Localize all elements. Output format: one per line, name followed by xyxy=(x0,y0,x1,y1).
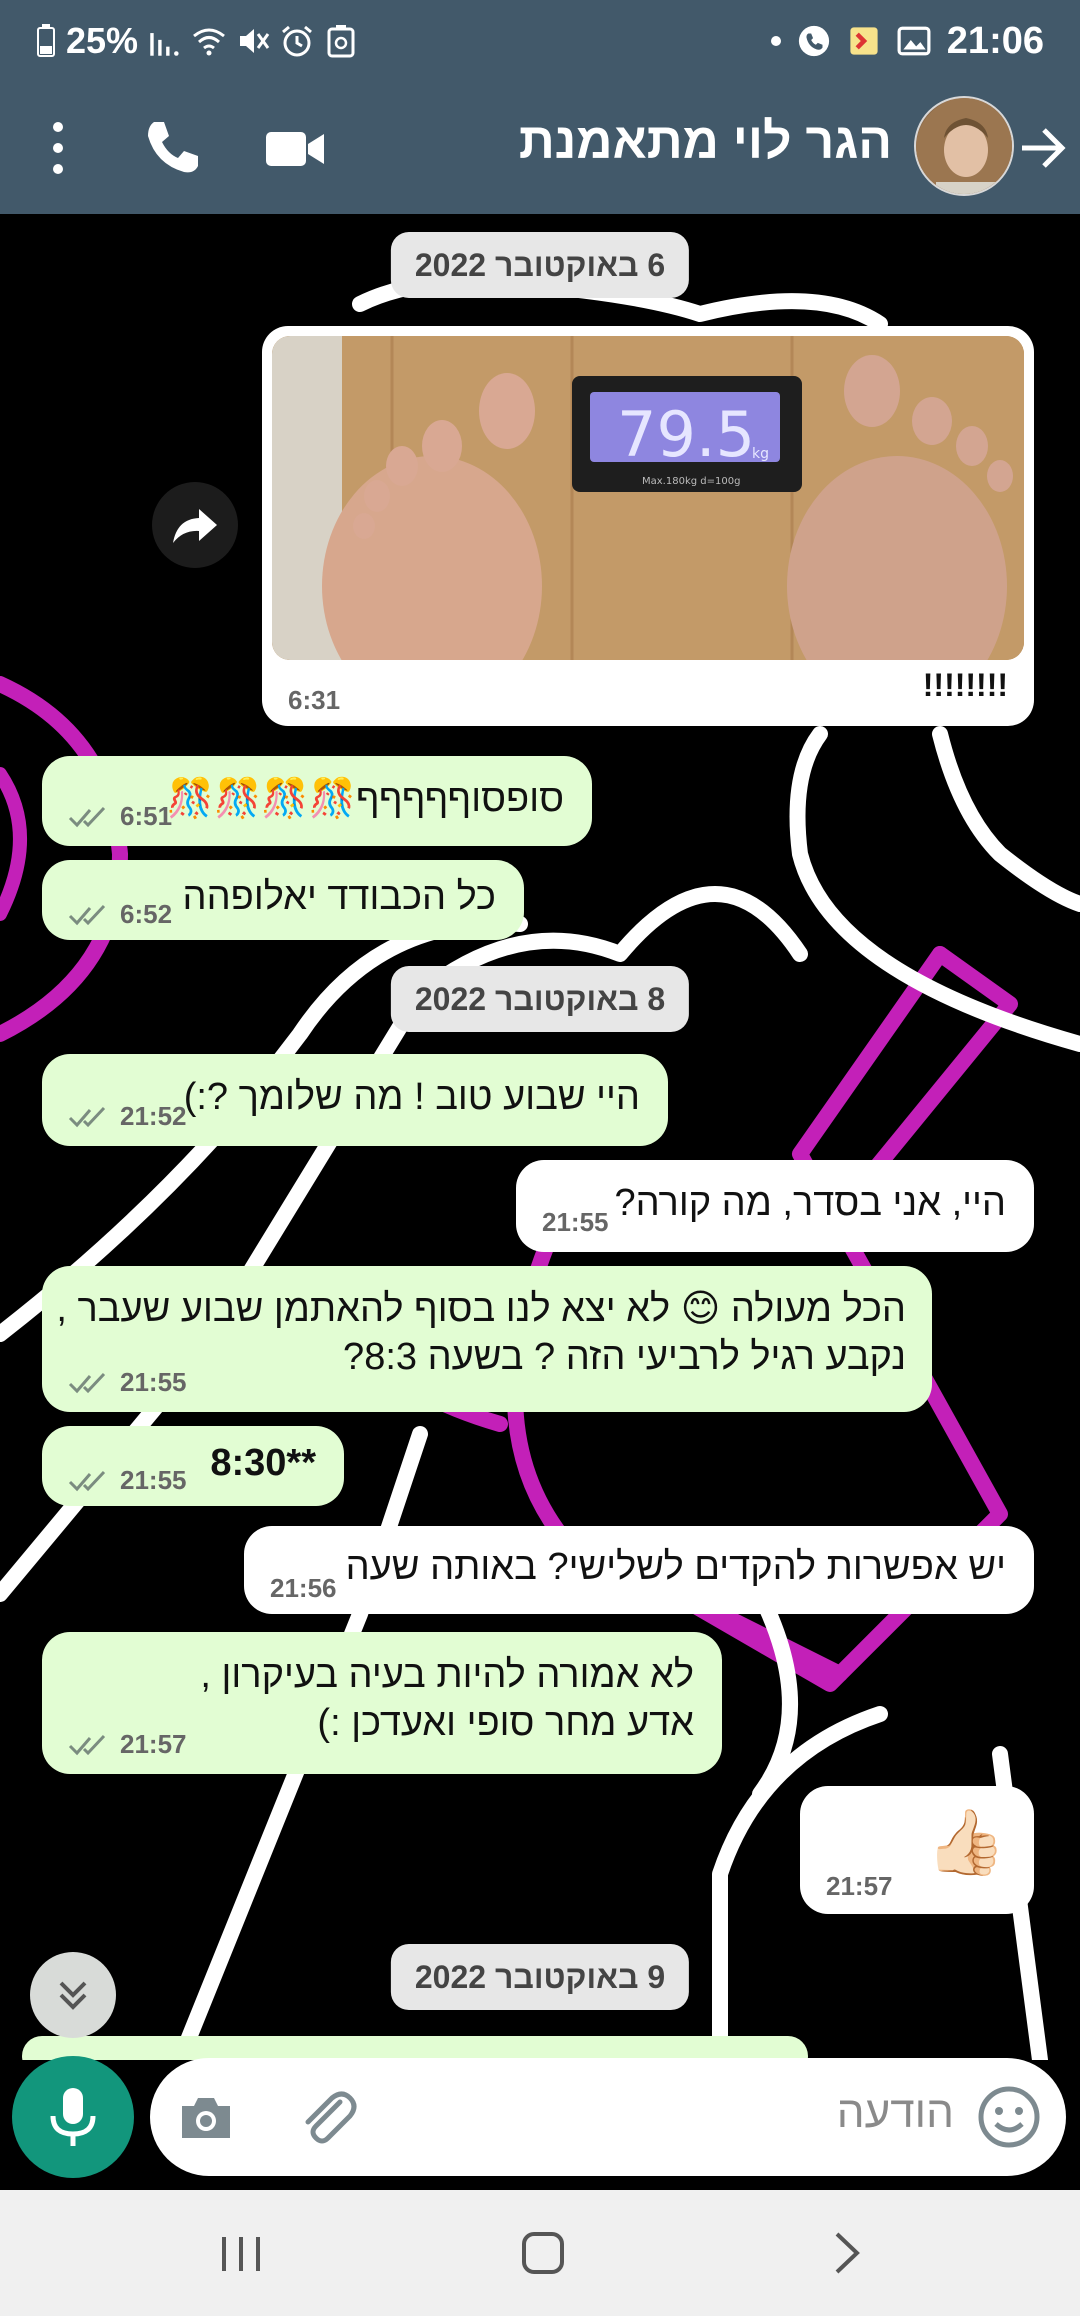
scale-photo-art: 79.5 kg Max.180kg d=100g xyxy=(272,336,1024,660)
message-meta: 21:55 xyxy=(68,1465,187,1496)
mute-icon xyxy=(240,29,270,53)
message-text-line2: אדע מחר סופי ואעדכן :) xyxy=(317,1702,694,1744)
message-text: יש אפשרות להקדים לשלישי? באותה שעה xyxy=(345,1546,1006,1588)
notification-dot-icon xyxy=(770,36,781,46)
double-check-icon xyxy=(68,1470,106,1491)
back-button[interactable] xyxy=(812,2218,882,2288)
message-bubble[interactable]: כל הכבודד יאלופהה 6:52 xyxy=(42,860,524,940)
signal-icon xyxy=(150,33,179,56)
avatar-face-icon xyxy=(916,98,1012,194)
message-bubble[interactable]: סופסוףףףףף🎊🎊🎊🎊 6:51 xyxy=(42,756,592,846)
status-bar: 25% 21:06 xyxy=(0,0,1080,82)
message-time: 6:31 xyxy=(288,685,341,715)
recent-apps-button[interactable] xyxy=(206,2218,276,2288)
message-bubble[interactable]: היי שבוע טוב ! מה שלומך ?:) 21:52 xyxy=(42,1054,668,1146)
double-check-icon xyxy=(68,1372,106,1393)
message-time: 6:51 xyxy=(120,801,173,831)
chat-header: הגר לוי מתאמנת xyxy=(0,82,1080,214)
message-text: סופסוףףףףף🎊🎊🎊🎊 xyxy=(166,778,564,820)
voice-record-button[interactable] xyxy=(12,2056,134,2178)
contact-name[interactable]: הגר לוי מתאמנת xyxy=(519,112,892,170)
recent-apps-icon xyxy=(222,2237,260,2271)
message-input-bar[interactable]: הודעה xyxy=(150,2058,1066,2176)
message-meta: 21:52 xyxy=(68,1101,187,1132)
image-caption: !!!!!!!! xyxy=(922,667,1008,703)
home-button[interactable] xyxy=(508,2218,578,2288)
battery-percent: 25% xyxy=(66,20,139,61)
message-text: כל הכבודד יאלופהה xyxy=(182,876,497,918)
voice-call-icon[interactable] xyxy=(138,114,204,180)
message-bubble[interactable]: יש אפשרות להקדים לשלישי? באותה שעה 21:56 xyxy=(244,1526,1034,1614)
attach-icon[interactable] xyxy=(296,2086,358,2148)
scale-reading: 79.5 xyxy=(617,398,755,471)
gallery-icon xyxy=(897,26,931,56)
home-icon xyxy=(522,2232,564,2274)
message-time: 21:55 xyxy=(120,1367,187,1397)
message-emoji: 👍🏻 xyxy=(926,1806,1006,1878)
microphone-icon xyxy=(50,2088,96,2146)
date-separator-oct6: 6 באוקטובר 2022 xyxy=(390,232,690,298)
double-check-icon xyxy=(68,904,106,925)
video-call-icon[interactable] xyxy=(262,116,328,182)
date-separator-oct8: 8 באוקטובר 2022 xyxy=(390,966,690,1032)
scale-caption: Max.180kg d=100g xyxy=(642,476,740,487)
message-meta: 21:57 xyxy=(826,1871,893,1902)
image-message[interactable]: 79.5 kg Max.180kg d=100g !!!!!!!! 6:31 xyxy=(262,326,1034,726)
chat-area[interactable]: 6 באוקטובר 2022 79.5 kg Max.180kg d=100g… xyxy=(0,214,1080,2060)
message-time: 21:57 xyxy=(120,1729,187,1759)
double-check-icon xyxy=(68,1106,106,1127)
message-text: היי שבוע טוב ! מה שלומך ?:) xyxy=(183,1076,640,1118)
chevron-right-icon xyxy=(835,2232,860,2274)
message-meta: 6:52 xyxy=(68,899,172,930)
forward-button[interactable] xyxy=(152,482,238,568)
message-meta: 21:56 xyxy=(270,1573,337,1604)
message-time: 6:52 xyxy=(120,899,173,929)
message-meta: 21:57 xyxy=(68,1729,187,1760)
message-meta: 21:55 xyxy=(542,1207,609,1238)
date-separator-oct9: 9 באוקטובר 2022 xyxy=(390,1944,690,2010)
message-meta: 6:51 xyxy=(68,801,172,832)
message-time: 21:55 xyxy=(120,1465,187,1495)
message-text-line1: לא אמורה להיות בעיה בעיקרון , xyxy=(200,1654,694,1696)
scale-unit: kg xyxy=(752,446,769,462)
message-time: 21:52 xyxy=(120,1101,187,1131)
app-notification-icon xyxy=(850,27,878,55)
status-left: 25% xyxy=(36,16,358,66)
forward-arrow-icon xyxy=(173,509,217,543)
battery-icon xyxy=(37,24,55,57)
whatsapp-call-icon xyxy=(798,25,829,57)
alarm-icon xyxy=(282,25,313,57)
status-right: 21:06 xyxy=(770,16,1044,66)
partial-message-bubble xyxy=(22,2036,808,2060)
scale-photo[interactable]: 79.5 kg Max.180kg d=100g xyxy=(272,336,1024,660)
message-text-line1: הכל מעולה 😊 לא יצא לנו בסוף להאתמן שבוע … xyxy=(56,1288,906,1330)
message-text: היי, אני בסדר, מה קורה? xyxy=(614,1182,1006,1224)
message-bubble[interactable]: **8:30 21:55 xyxy=(42,1426,344,1506)
message-time: 21:55 xyxy=(542,1207,609,1237)
message-bubble[interactable]: הכל מעולה 😊 לא יצא לנו בסוף להאתמן שבוע … xyxy=(42,1266,932,1412)
emoji-icon[interactable] xyxy=(976,2084,1042,2150)
message-text: **8:30 xyxy=(210,1442,316,1484)
message-time: 21:57 xyxy=(826,1871,893,1901)
status-time: 21:06 xyxy=(946,19,1044,62)
camera-icon[interactable] xyxy=(176,2088,236,2148)
message-meta: 21:55 xyxy=(68,1367,187,1398)
message-input[interactable]: הודעה xyxy=(837,2088,954,2138)
more-options-icon[interactable] xyxy=(38,116,78,180)
recycle-battery-icon xyxy=(327,25,355,58)
message-bubble[interactable]: היי, אני בסדר, מה קורה? 21:55 xyxy=(516,1160,1034,1252)
wifi-icon xyxy=(193,28,225,56)
double-check-icon xyxy=(68,1734,106,1755)
message-bubble[interactable]: 👍🏻 21:57 xyxy=(800,1786,1034,1914)
scroll-to-bottom-button[interactable] xyxy=(30,1952,116,2038)
message-bubble[interactable]: לא אמורה להיות בעיה בעיקרון , אדע מחר סו… xyxy=(42,1632,722,1774)
back-arrow-icon[interactable] xyxy=(1014,118,1070,178)
double-check-icon xyxy=(68,806,106,827)
message-text-line2: נקבע רגיל לרביעי הזה ? בשעה 8:3? xyxy=(343,1336,906,1378)
contact-avatar[interactable] xyxy=(914,96,1014,196)
double-chevron-down-icon xyxy=(59,1981,87,2010)
message-time: 21:56 xyxy=(270,1573,337,1603)
system-nav-bar xyxy=(0,2190,1080,2316)
